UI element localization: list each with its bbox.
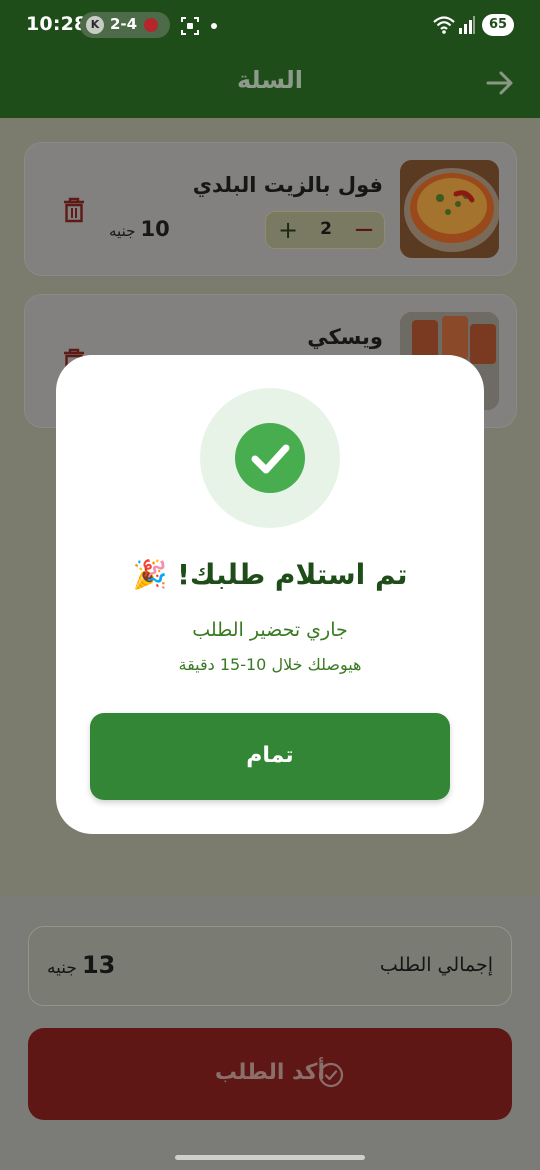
home-indicator[interactable] xyxy=(175,1155,365,1160)
price-currency: جنيه xyxy=(109,222,136,240)
arrow-right-icon[interactable] xyxy=(484,67,516,99)
delivery-eta: هيوصلك خلال 10-15 دقيقة xyxy=(178,655,362,674)
live-score-pill: K 2-4 xyxy=(80,12,170,38)
total-amount: 13 xyxy=(81,951,116,979)
item-name: ويسكي xyxy=(307,325,383,349)
page-title: السلة xyxy=(236,66,303,94)
item-price: 10 جنيه xyxy=(109,217,170,241)
dialog-subtitle: جاري تحضير الطلب xyxy=(192,619,348,641)
total-currency: جنيه xyxy=(47,958,77,978)
status-bar: 10:28 K 2-4 65 xyxy=(0,0,540,52)
status-time: 10:28 xyxy=(26,13,88,35)
total-label: إجمالي الطلب xyxy=(379,954,493,976)
notification-dot-icon xyxy=(211,23,217,29)
price-value: 10 xyxy=(140,217,170,241)
match-score: 2-4 xyxy=(110,15,138,33)
order-success-dialog: تم استلام طلبك! 🎉 جاري تحضير الطلب هيوصل… xyxy=(56,355,484,834)
check-icon xyxy=(235,423,305,493)
cart-item: فول بالزيت البلدي + 2 − 10 جنيه xyxy=(24,142,517,276)
signal-icon xyxy=(459,16,475,34)
trash-icon[interactable] xyxy=(62,196,86,224)
wifi-icon xyxy=(433,16,455,34)
confirm-order-label: أكد الطلب xyxy=(214,1060,326,1085)
screenshot-icon xyxy=(181,17,199,35)
quantity-stepper: + 2 − xyxy=(265,211,385,249)
notification-badge: K xyxy=(86,16,104,34)
done-button-label: تمام xyxy=(246,743,294,768)
increase-button[interactable]: + xyxy=(274,215,302,245)
battery-icon: 65 xyxy=(482,14,514,36)
app-header: السلة xyxy=(0,52,540,118)
item-quantity: 2 xyxy=(320,219,332,239)
done-button[interactable]: تمام xyxy=(90,713,450,800)
item-name: فول بالزيت البلدي xyxy=(192,173,383,197)
order-total: إجمالي الطلب 13 جنيه xyxy=(28,926,512,1006)
food-image xyxy=(400,160,499,258)
dialog-title: تم استلام طلبك! 🎉 xyxy=(132,558,408,591)
total-value: 13 جنيه xyxy=(47,951,115,979)
confirm-order-button[interactable]: أكد الطلب xyxy=(28,1028,512,1120)
team-logo-icon xyxy=(144,18,158,32)
success-badge xyxy=(200,388,340,528)
order-summary: إجمالي الطلب 13 جنيه أكد الطلب xyxy=(0,896,540,1170)
decrease-button[interactable]: − xyxy=(350,215,378,245)
